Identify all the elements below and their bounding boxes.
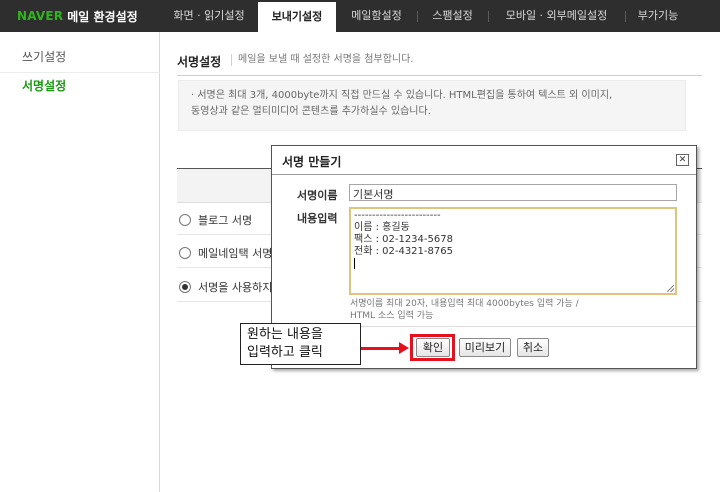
- settings-tabs: 화면 · 읽기설정 보내기설정 메일함설정 스팸설정 모바일 · 외부메일설정 …: [160, 0, 691, 33]
- arrow-right-icon: [399, 342, 409, 354]
- hint-line: 서명이름 최대 20자, 내용입력 최대 4000bytes 입력 가능 /: [350, 299, 579, 309]
- content-line: ------------------------: [354, 210, 441, 221]
- mail-settings-page: NAVER 메일 환경설정 화면 · 읽기설정 보내기설정 메일함설정 스팸설정…: [0, 0, 720, 492]
- annotation-arrow-shaft: [361, 347, 401, 350]
- info-text-line: · 서명은 최대 3개, 4000byte까지 직접 만드실 수 있습니다. H…: [191, 90, 613, 101]
- dialog-title: 서명 만들기: [282, 155, 342, 169]
- close-icon[interactable]: ✕: [676, 154, 689, 166]
- input-hint: 서명이름 최대 20자, 내용입력 최대 4000bytes 입력 가능 / H…: [350, 298, 650, 322]
- content-line: 이름 : 홍길동: [354, 222, 410, 233]
- tab-mailbox-settings[interactable]: 메일함설정: [336, 0, 417, 32]
- cancel-button[interactable]: 취소: [517, 338, 549, 357]
- option-label[interactable]: 메일네임택 서명: [198, 245, 272, 261]
- signature-name-input[interactable]: 기본서명: [349, 184, 677, 201]
- option-label[interactable]: 블로그 서명: [198, 212, 252, 228]
- hint-line: HTML 소스 입력 가능: [350, 311, 434, 321]
- sidebar-divider: [0, 72, 160, 73]
- annotation-callout: 원하는 내용을 입력하고 클릭: [240, 323, 361, 365]
- content-line: 팩스 : 02-1234-5678: [354, 234, 453, 245]
- resize-grip-icon[interactable]: [667, 285, 674, 292]
- text-caret: [354, 258, 672, 271]
- info-box: · 서명은 최대 3개, 4000byte까지 직접 만드실 수 있습니다. H…: [178, 80, 686, 131]
- page-title: 서명설정: [177, 55, 222, 69]
- tab-spam-settings[interactable]: 스팸설정: [417, 0, 488, 32]
- tab-screen-read-settings[interactable]: 화면 · 읽기설정: [160, 0, 258, 32]
- brand-title[interactable]: 메일 환경설정: [67, 8, 137, 25]
- preview-button[interactable]: 미리보기: [459, 338, 511, 357]
- content-label: 내용입력: [297, 212, 338, 225]
- signature-content-textarea[interactable]: ------------------------ 이름 : 홍길동 팩스 : 0…: [349, 207, 677, 295]
- radio-blog-signature[interactable]: [179, 214, 191, 226]
- page-description: 메일을 보낼 때 설정한 서명을 첨부합니다.: [231, 54, 413, 66]
- tab-extra-features[interactable]: 부가기능: [625, 0, 691, 32]
- dialog-header-divider: [272, 174, 696, 175]
- option-label[interactable]: 서명을 사용하지: [198, 279, 272, 295]
- tab-mobile-external-mail-settings[interactable]: 모바일 · 외부메일설정: [488, 0, 625, 32]
- signature-name-label: 서명이름: [297, 189, 338, 202]
- brand: NAVER 메일 환경설정: [17, 8, 138, 24]
- radio-use-signature[interactable]: [179, 281, 191, 293]
- sidebar-item-signature-settings[interactable]: 서명설정: [22, 77, 66, 94]
- naver-logo[interactable]: NAVER: [17, 9, 63, 23]
- annotation-line: 입력하고 클릭: [247, 345, 323, 360]
- tab-send-settings[interactable]: 보내기설정: [258, 0, 336, 33]
- top-navigation-bar: NAVER 메일 환경설정 화면 · 읽기설정 보내기설정 메일함설정 스팸설정…: [0, 0, 720, 33]
- sidebar: 쓰기설정 서명설정: [0, 32, 160, 492]
- info-text-line: 동영상과 같은 멀티미디어 콘텐츠를 추가하실수 있습니다.: [191, 106, 431, 117]
- content-line: 전화 : 02-4321-8765: [354, 246, 453, 257]
- sidebar-item-compose-settings[interactable]: 쓰기설정: [22, 48, 66, 65]
- annotation-line: 원하는 내용을: [247, 327, 323, 342]
- confirm-button[interactable]: 확인: [416, 338, 450, 357]
- radio-nametag-signature[interactable]: [179, 247, 191, 259]
- title-divider: [177, 75, 702, 76]
